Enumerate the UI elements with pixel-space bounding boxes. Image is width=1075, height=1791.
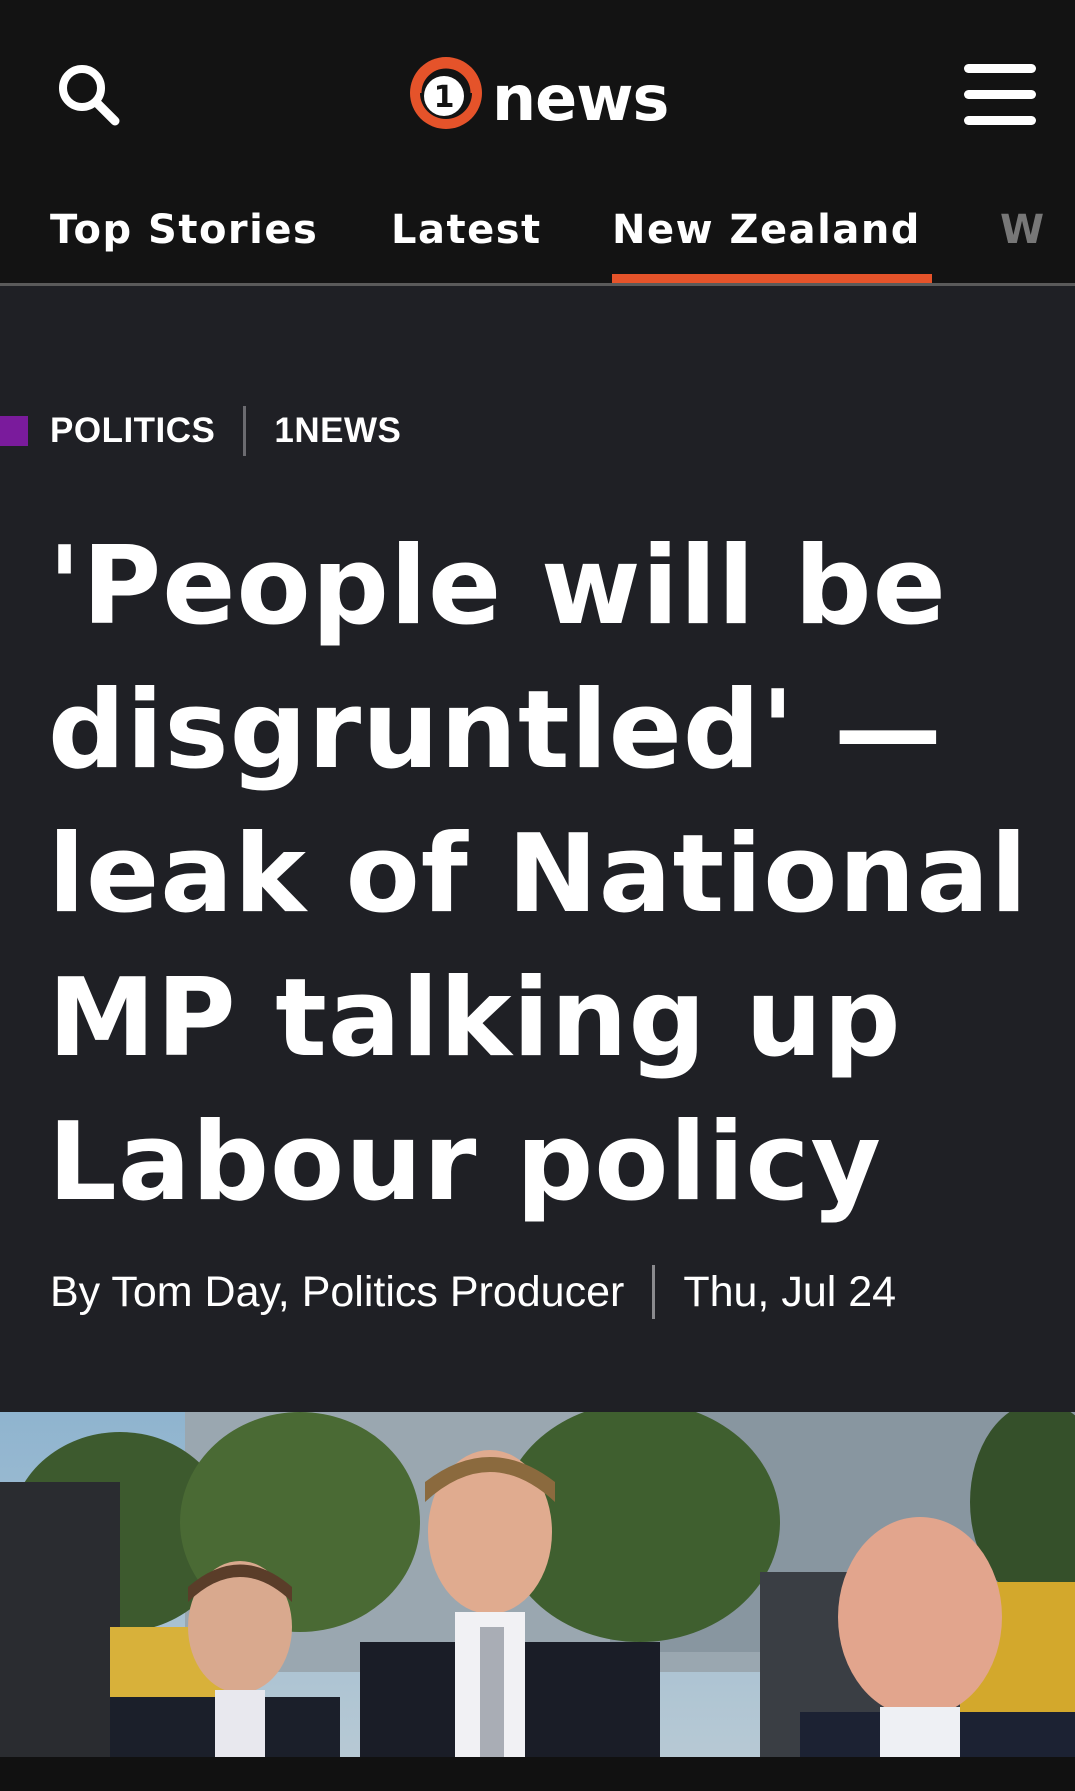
article-byline-row: By Tom Day, Politics Producer Thu, Jul 2… xyxy=(50,1262,896,1322)
headline-line: 'People will be xyxy=(48,524,947,649)
article-category-row: POLITICS 1NEWS xyxy=(0,405,401,457)
headline-line: disgruntled' — xyxy=(48,668,943,793)
author-byline[interactable]: By Tom Day, Politics Producer xyxy=(50,1268,624,1317)
headline-line: Labour policy xyxy=(48,1100,882,1225)
hamburger-menu-icon xyxy=(964,64,1036,125)
byline-divider xyxy=(652,1265,656,1319)
search-button[interactable] xyxy=(52,58,124,130)
1news-logo[interactable]: 1 news xyxy=(400,50,690,140)
category-divider xyxy=(243,406,247,456)
hero-photo[interactable] xyxy=(0,1412,1075,1757)
headline-line: MP talking up xyxy=(48,956,902,1081)
article-headline: 'People will be disgruntled' — leak of N… xyxy=(48,515,1048,1235)
search-icon xyxy=(59,65,120,126)
logo-number: 1 xyxy=(434,80,455,115)
publish-date: Thu, Jul 24 xyxy=(683,1267,897,1316)
tab-world-partial[interactable]: W xyxy=(1000,194,1046,283)
section-tabs: Top Stories Latest New Zealand W xyxy=(0,180,1075,286)
category-color-marker xyxy=(0,416,28,446)
bottom-strip xyxy=(0,1757,1075,1791)
menu-button[interactable] xyxy=(962,62,1038,128)
top-app-bar: 1 news xyxy=(0,0,1075,180)
tab-new-zealand[interactable]: New Zealand xyxy=(612,194,932,283)
logo-wordmark: news xyxy=(492,62,668,135)
headline-line: leak of National xyxy=(48,812,1029,937)
category-link[interactable]: POLITICS xyxy=(50,411,215,451)
source-label: 1NEWS xyxy=(274,411,402,450)
tab-top-stories[interactable]: Top Stories xyxy=(50,194,318,283)
tab-latest[interactable]: Latest xyxy=(391,194,542,283)
